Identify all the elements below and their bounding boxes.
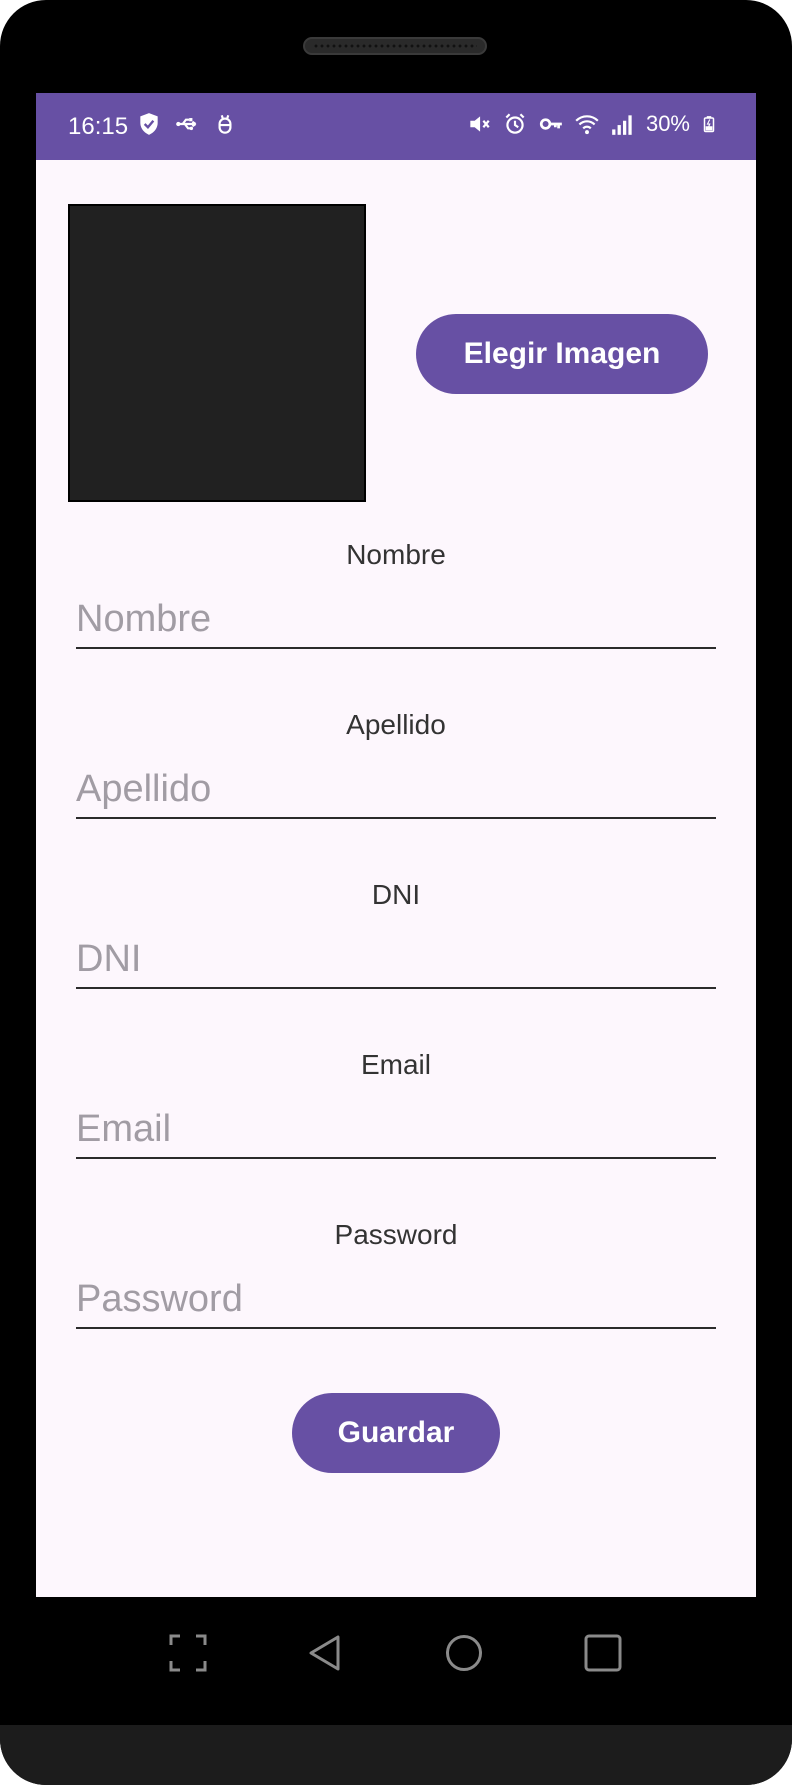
status-bar: 16:15 30% — [36, 93, 756, 160]
nombre-label: Nombre — [346, 539, 446, 570]
shield-check-icon — [140, 113, 158, 135]
recents-button[interactable] — [573, 1623, 633, 1683]
home-button[interactable] — [434, 1623, 494, 1683]
earpiece-speaker — [303, 37, 487, 55]
usb-icon — [176, 118, 197, 131]
home-icon — [446, 1635, 482, 1671]
apellido-label: Apellido — [346, 709, 446, 740]
status-time: 16:15 — [68, 113, 129, 140]
signal-icon — [612, 115, 632, 135]
screenshot-icon — [169, 1634, 207, 1672]
profile-image-preview — [68, 204, 366, 502]
password-input[interactable] — [76, 1271, 716, 1329]
back-icon — [309, 1635, 340, 1671]
battery-charging-icon — [703, 116, 715, 133]
email-label: Email — [360, 1049, 431, 1080]
choose-image-button[interactable]: Elegir Imagen — [416, 314, 708, 394]
battery-percent: 30% — [645, 111, 690, 136]
vpn-key-icon — [539, 118, 562, 130]
android-debug-icon — [218, 114, 232, 134]
save-button[interactable]: Guardar — [292, 1393, 500, 1473]
recents-icon — [584, 1634, 622, 1672]
alarm-icon — [505, 113, 525, 134]
wifi-icon — [575, 115, 599, 135]
vibrate-off-icon — [470, 116, 490, 132]
phone-frame: 16:15 30% Elegir Imagen Nombre Apellido … — [0, 0, 792, 1785]
apellido-input[interactable] — [76, 761, 716, 819]
screenshot-button[interactable] — [158, 1623, 218, 1683]
dni-label: DNI — [371, 879, 421, 910]
dni-input[interactable] — [76, 931, 716, 989]
password-label: Password — [334, 1219, 458, 1250]
phone-bottom-edge — [0, 1725, 792, 1785]
app-screen: 16:15 30% Elegir Imagen Nombre Apellido … — [36, 93, 756, 1597]
back-button[interactable] — [296, 1623, 356, 1683]
system-navigation-bar — [0, 1597, 792, 1725]
nombre-input[interactable] — [76, 591, 716, 649]
email-input[interactable] — [76, 1101, 716, 1159]
